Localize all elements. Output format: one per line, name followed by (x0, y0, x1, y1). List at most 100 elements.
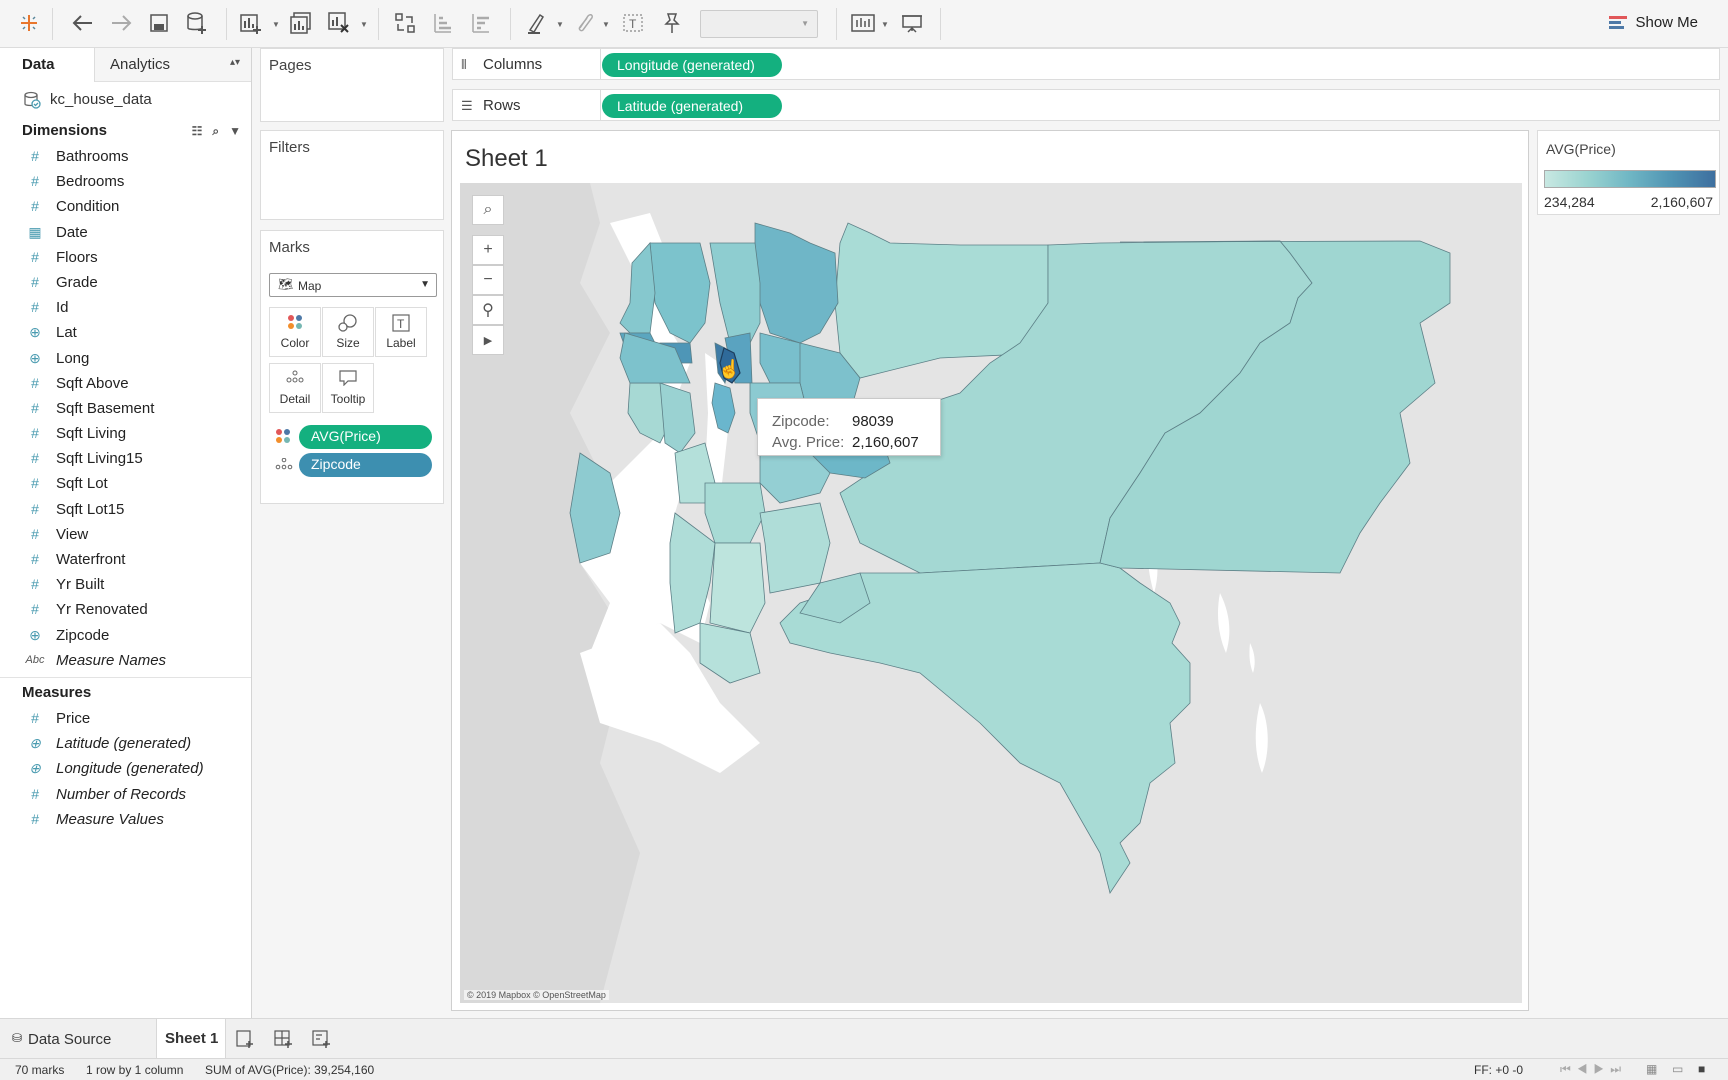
show-cards-dropdown-icon[interactable]: ▼ (881, 20, 889, 29)
field-item[interactable]: Abc Measure Names (0, 648, 251, 673)
pages-card[interactable]: Pages (260, 48, 444, 122)
presentation-mode-icon[interactable] (897, 8, 927, 38)
field-item[interactable]: ⊕ Long (0, 346, 251, 371)
field-label: Bathrooms (56, 148, 129, 165)
globe-icon: ⊕ (29, 735, 41, 752)
field-item[interactable]: # Number of Records (0, 782, 251, 807)
filters-card[interactable]: Filters (260, 130, 444, 220)
field-item[interactable]: # Yr Built (0, 572, 251, 597)
new-dashboard-tab-icon[interactable] (270, 1027, 296, 1051)
filmstrip-view-icon[interactable]: ▭ (1672, 1062, 1683, 1076)
field-item[interactable]: # Sqft Lot15 (0, 497, 251, 522)
field-label: Sqft Basement (56, 399, 155, 417)
field-item[interactable]: # Sqft Above (0, 371, 251, 396)
field-item[interactable]: ▦ Date (0, 220, 251, 245)
clear-sheet-icon[interactable] (324, 8, 354, 38)
field-item[interactable]: # Sqft Living15 (0, 446, 251, 471)
sheet-sorter-view-icon[interactable]: ▦ (1646, 1062, 1657, 1076)
new-story-tab-icon[interactable] (308, 1027, 334, 1051)
avg-price-pill[interactable]: AVG(Price) (299, 425, 432, 449)
search-fields-icon[interactable]: ⌕ (212, 118, 219, 144)
field-item[interactable]: # Sqft Basement (0, 396, 251, 421)
color-button[interactable]: Color (269, 307, 321, 357)
field-item[interactable]: # Yr Renovated (0, 597, 251, 622)
data-pane-menu-icon[interactable]: ▼ (229, 118, 241, 144)
sheet-title[interactable]: Sheet 1 (465, 145, 548, 173)
tooltip-button[interactable]: Tooltip (322, 363, 374, 413)
group-dropdown-icon[interactable]: ▼ (602, 20, 610, 29)
tab-sheet-1[interactable]: Sheet 1 (156, 1019, 226, 1059)
field-item[interactable]: ⊕ Zipcode (0, 623, 251, 648)
zip-region[interactable] (709, 542, 766, 634)
map-attribution[interactable]: © 2019 Mapbox © OpenStreetMap (464, 990, 609, 1000)
field-item[interactable]: # Sqft Lot (0, 471, 251, 496)
field-item[interactable]: # Waterfront (0, 547, 251, 572)
field-item[interactable]: # Bedrooms (0, 169, 251, 194)
highlight-dropdown-icon[interactable]: ▼ (556, 20, 564, 29)
field-item[interactable]: ⊕ Lat (0, 320, 251, 345)
field-item[interactable]: # Price (0, 706, 251, 731)
field-item[interactable]: # Condition (0, 194, 251, 219)
size-button[interactable]: Size (322, 307, 374, 357)
color-label: Color (280, 336, 310, 350)
label-button[interactable]: T Label (375, 307, 427, 357)
tabs-view-icon[interactable]: ■ (1698, 1062, 1705, 1076)
color-legend[interactable]: AVG(Price) 234,284 2,160,607 (1537, 130, 1720, 215)
latitude-pill[interactable]: Latitude (generated) (602, 94, 782, 118)
fit-width-dropdown[interactable]: ▼ (700, 10, 818, 38)
detail-button[interactable]: Detail (269, 363, 321, 413)
view-as-list-icon[interactable]: ☷ (192, 118, 203, 144)
clear-sheet-dropdown-icon[interactable]: ▼ (360, 20, 368, 29)
datasource-item[interactable]: kc_house_data (0, 82, 251, 118)
field-item[interactable]: ⊕ Latitude (generated) (0, 731, 251, 756)
field-item[interactable]: # View (0, 522, 251, 547)
tableau-logo-icon[interactable] (14, 8, 44, 38)
highlight-icon[interactable] (522, 8, 552, 38)
zipcode-pill[interactable]: Zipcode (299, 453, 432, 477)
zoom-out-icon[interactable]: − (472, 265, 504, 295)
sort-ascending-icon[interactable] (428, 8, 458, 38)
tab-analytics[interactable]: Analytics ▴▾ (94, 48, 250, 82)
cards-area: Pages Filters Marks 🗺 Map ▼ Color Size T… (252, 48, 444, 1018)
show-me-button[interactable]: Show Me (1609, 14, 1698, 31)
duplicate-sheet-icon[interactable] (286, 8, 316, 38)
show-cards-icon[interactable] (848, 8, 878, 38)
zip-region[interactable] (759, 502, 831, 594)
new-worksheet-tab-icon[interactable] (232, 1027, 258, 1051)
fix-axes-pin-icon[interactable] (656, 8, 686, 38)
zoom-in-icon[interactable]: + (472, 235, 504, 265)
redo-icon[interactable] (106, 8, 136, 38)
field-item[interactable]: # Sqft Living (0, 421, 251, 446)
swap-rows-columns-icon[interactable] (390, 8, 420, 38)
field-item[interactable]: # Floors (0, 245, 251, 270)
tab-data-source[interactable]: ⛁ Data Source (0, 1019, 156, 1059)
field-item[interactable]: # Grade (0, 270, 251, 295)
field-item[interactable]: ⊕ Longitude (generated) (0, 756, 251, 781)
field-label: Condition (56, 198, 120, 216)
longitude-pill[interactable]: Longitude (generated) (602, 53, 782, 77)
undo-icon[interactable] (68, 8, 98, 38)
new-worksheet-dropdown-icon[interactable]: ▼ (272, 20, 280, 29)
map-canvas[interactable]: ☝ (460, 183, 1522, 1003)
map-tools-expand-icon[interactable]: ▶ (472, 325, 504, 355)
field-item[interactable]: # Id (0, 295, 251, 320)
sheet-navigation-icon[interactable]: ⏮◀▶⏭ (1560, 1062, 1627, 1077)
field-item[interactable]: # Bathrooms (0, 144, 251, 169)
hash-icon: # (31, 709, 39, 726)
sort-descending-icon[interactable] (466, 8, 496, 38)
hash-icon: # (31, 198, 39, 215)
group-members-icon[interactable] (570, 8, 600, 38)
tooltip-zip-key: Zipcode: (772, 413, 830, 430)
map-view[interactable]: ☝ ⌕ + − ⚲ ▶ © 2019 Mapbox © OpenStreetMa… (460, 183, 1522, 1003)
new-datasource-icon[interactable] (182, 8, 212, 38)
pin-map-icon[interactable]: ⚲ (472, 295, 504, 325)
tab-data[interactable]: Data (0, 48, 94, 82)
field-label: Measure Values (56, 810, 164, 828)
show-mark-labels-icon[interactable]: T (618, 8, 648, 38)
field-item[interactable]: # Measure Values (0, 807, 251, 832)
new-worksheet-icon[interactable] (236, 8, 266, 38)
save-icon[interactable] (144, 8, 174, 38)
mark-type-dropdown[interactable]: 🗺 Map ▼ (269, 273, 437, 297)
tooltip-price-value: 2,160,607 (852, 434, 919, 451)
map-search-icon[interactable]: ⌕ (472, 195, 504, 225)
